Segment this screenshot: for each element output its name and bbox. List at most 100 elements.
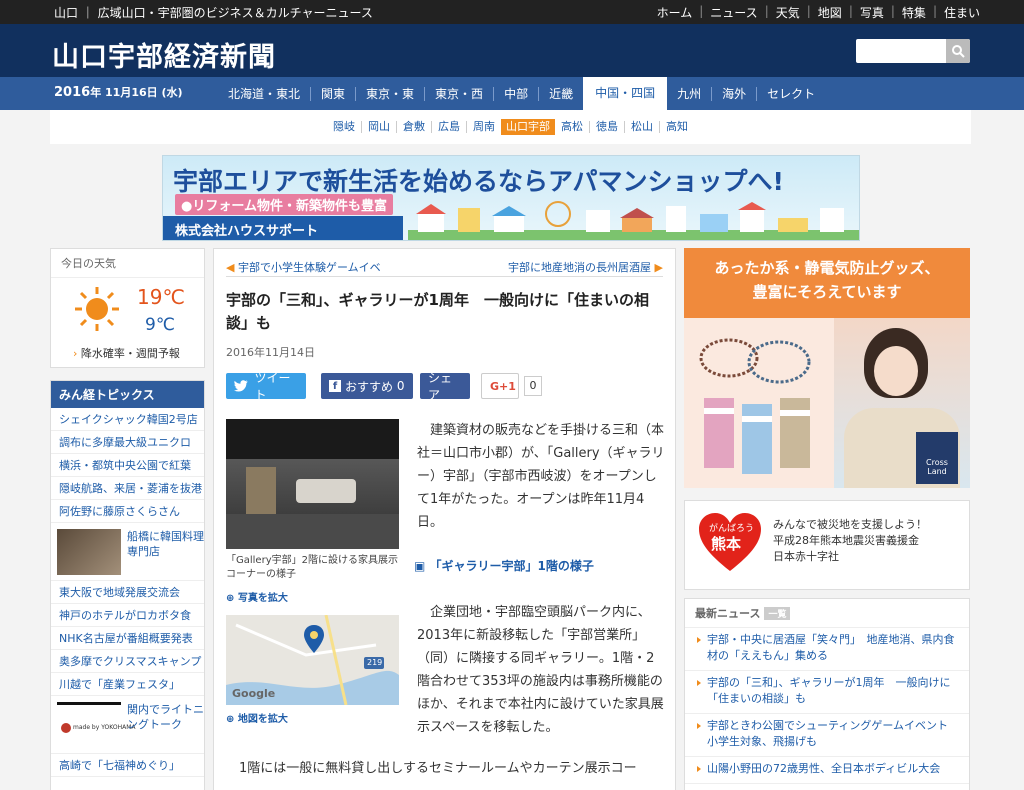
topic-item[interactable]: 東大阪で地域発展交流会 — [51, 581, 204, 604]
city-tab[interactable]: 広島 — [431, 121, 466, 133]
topics-heading: みん経トピックス — [51, 381, 204, 408]
banner-ad[interactable]: 宇部エリアで新生活を始めるならアパマンショップへ! ●リフォーム物件・新築物件も… — [162, 155, 860, 241]
banner-subline: ●リフォーム物件・新築物件も豊富 — [175, 194, 393, 215]
facebook-share-button[interactable]: シェア — [420, 371, 470, 402]
search-icon[interactable] — [946, 39, 970, 63]
share-buttons: ツイート f おすすめ 0 シェア G+1 0 — [226, 371, 666, 403]
region-tab-hokkaido[interactable]: 北海道・東北 — [218, 87, 310, 101]
city-tab[interactable]: 高知 — [659, 121, 694, 133]
nav-photo[interactable]: 写真 — [860, 4, 884, 21]
region-tab-kyushu[interactable]: 九州 — [667, 87, 711, 101]
crossland-logo: Cross Land — [916, 432, 958, 484]
topic-item[interactable]: 隠岐航路、来居・菱浦を抜港 — [51, 477, 204, 500]
topic-item[interactable]: NHK名古屋が番組概要発表 — [51, 627, 204, 650]
camera-icon: ▣ — [414, 559, 426, 573]
top-bar: 山口 ｜ 広域山口・宇部圏のビジネス＆カルチャーニュース ホーム | ニュース | … — [0, 0, 1024, 24]
photo-zoom-link[interactable]: ⊕ 写真を拡大 — [226, 589, 288, 604]
site-logo[interactable]: 山口宇部経済新聞 — [52, 35, 276, 74]
topic-item[interactable]: シェイクシャック韓国2号店 — [51, 408, 204, 431]
article-paragraph: 企業団地・宇部臨空頭脳パーク内に、2013年に新設移転した「宇部営業所」（同）に… — [417, 605, 664, 735]
banner-headline: 宇部エリアで新生活を始めるならアパマンショップへ! — [173, 167, 784, 196]
gplus-count: 0 — [524, 376, 542, 396]
nav-home[interactable]: ホーム — [657, 4, 693, 21]
city-tab-active[interactable]: 山口宇部 — [501, 119, 555, 135]
region-tab-select[interactable]: セレクト — [756, 86, 825, 101]
road-number: 219 — [367, 658, 383, 667]
city-tab[interactable]: 高松 — [555, 121, 589, 133]
site-header: 山口宇部経済新聞 — [0, 24, 1024, 77]
tweet-label: ツイート — [254, 371, 291, 402]
photo-heading-label: 「ギャラリー宇部」1階の様子 — [429, 559, 594, 573]
kumamoto-line2: 平成28年熊本地震災害義援金 — [773, 534, 919, 547]
kumamoto-support[interactable]: がんばろう 熊本 みんなで被災地を支援しよう！ 平成28年熊本地震災害義援金 日… — [684, 500, 970, 590]
facebook-icon: f — [329, 380, 341, 392]
nav-map[interactable]: 地図 — [818, 4, 842, 21]
news-item[interactable]: 宇部の「三和」、ギャラリーが1周年 一般向けに「住まいの相談」も — [685, 671, 969, 714]
region-tab-chugoku-shikoku[interactable]: 中国・四国 — [583, 77, 668, 110]
location-map[interactable]: 219 Google — [226, 615, 399, 705]
city-tabs: 隠岐 岡山 倉敷 広島 周南 山口宇部 高松 徳島 松山 高知 — [50, 110, 971, 144]
nav-feature[interactable]: 特集 — [902, 4, 926, 21]
houses-illustration — [408, 201, 859, 240]
news-item[interactable]: 宇部ときわ公園でシューティングゲームイベント 小学生対象、飛揚げも — [685, 714, 969, 757]
google-logo: Google — [232, 687, 276, 700]
search-box[interactable] — [856, 39, 970, 63]
tweet-button[interactable]: ツイート — [226, 371, 306, 402]
topic-item[interactable]: 横浜・都筑中央公園で紅葉 — [51, 454, 204, 477]
kumamoto-text: みんなで被災地を支援しよう！ 平成28年熊本地震災害義援金 日本赤十字社 — [773, 517, 927, 565]
date-rest: 年 11月16日 (水) — [90, 86, 183, 99]
region-tab-kanto[interactable]: 関東 — [310, 86, 355, 101]
topic-pic-item[interactable]: made by YOKOHAMA 関内でライトニングトーク — [51, 696, 204, 754]
news-list-badge[interactable]: 一覧 — [764, 607, 791, 620]
article-date: 2016年11月14日 — [226, 346, 315, 359]
topic-item[interactable]: 阿佐野に藤原さくらさん — [51, 500, 204, 523]
news-heading-label: 最新ニュース — [695, 607, 761, 620]
socks-illustration — [704, 398, 810, 474]
twitter-icon — [234, 380, 248, 392]
city-tab[interactable]: 倉敷 — [396, 121, 431, 133]
bracelets-illustration — [699, 338, 811, 384]
sidebar-ad[interactable]: あったか系・静電気防止グッズ、 豊富にそろえています Cross Land — [684, 248, 970, 488]
photo-heading[interactable]: ▣ 「ギャラリー宇部」1階の様子 — [414, 557, 594, 574]
news-item[interactable]: 宇部・中央に居酒屋「笑々門」 地産地消、県内食材の「ええもん」集める — [685, 628, 969, 671]
region-tab-kinki[interactable]: 近畿 — [538, 86, 583, 101]
map-zoom-label: 地図を拡大 — [237, 714, 288, 725]
city-tab[interactable]: 徳島 — [589, 121, 624, 133]
topic-pic-item[interactable]: 船橋に韓国料理専門店 — [51, 523, 204, 581]
region-tab-overseas[interactable]: 海外 — [711, 86, 756, 101]
topic-item[interactable]: 奥多摩でクリスマスキャンプ — [51, 650, 204, 673]
article-photo[interactable] — [226, 419, 399, 549]
forecast-link[interactable]: › 降水確率・週間予報 — [73, 345, 180, 361]
nav-news[interactable]: ニュース — [710, 4, 757, 21]
kumamoto-line3: 日本赤十字社 — [773, 550, 839, 563]
topic-item[interactable]: 調布に多摩最大級ユニクロ — [51, 431, 204, 454]
city-tab[interactable]: 岡山 — [361, 121, 396, 133]
forecast-link-label: 降水確率・週間予報 — [80, 347, 180, 360]
latest-news: 最新ニュース 一覧 宇部・中央に居酒屋「笑々門」 地産地消、県内食材の「ええもん」… — [684, 598, 970, 790]
next-article-link[interactable]: 宇部に地産地消の長州居酒屋 ▶ — [508, 259, 663, 275]
kumamoto-line1: みんなで被災地を支援しよう！ — [773, 518, 927, 531]
next-article-label: 宇部に地産地消の長州居酒屋 — [508, 261, 652, 274]
fb-count: 0 — [396, 379, 405, 393]
topic-item[interactable]: 神戸のホテルがロカボタ食 — [51, 604, 204, 627]
nav-housing[interactable]: 住まい — [944, 4, 980, 21]
region-tabs: 北海道・東北 関東 東京・東 東京・西 中部 近畿 中国・四国 九州 海外 セレ… — [218, 77, 825, 110]
city-tab[interactable]: 周南 — [466, 121, 501, 133]
city-tab[interactable]: 隠岐 — [327, 121, 361, 133]
region-tab-chubu[interactable]: 中部 — [493, 86, 538, 101]
topic-item[interactable]: 川越で「産業フェスタ」 — [51, 673, 204, 696]
facebook-like-button[interactable]: f おすすめ 0 — [321, 373, 413, 399]
photo-caption: 「Gallery宇部」2階に設ける家具展示コーナーの様子 — [226, 555, 398, 580]
top-nav: ホーム | ニュース | 天気 | 地図 | 写真 | 特集 | 住まい — [656, 4, 980, 21]
topics-list: みん経トピックス シェイクシャック韓国2号店 調布に多摩最大級ユニクロ 横浜・都… — [50, 380, 205, 790]
topic-item[interactable]: 高崎で「七福神めぐり」 — [51, 754, 204, 777]
map-zoom-link[interactable]: ⊕ 地図を拡大 — [226, 710, 288, 725]
nav-weather[interactable]: 天気 — [776, 4, 800, 21]
region-tab-tokyo-east[interactable]: 東京・東 — [355, 86, 424, 101]
prev-article-link[interactable]: ◀ 宇部で小学生体験ゲームイベ — [226, 259, 381, 275]
banner-company: 株式会社ハウスサポート — [163, 216, 403, 240]
news-item[interactable]: 山陽小野田の72歳男性、全日本ボディビル大会 — [685, 757, 969, 784]
region-tab-tokyo-west[interactable]: 東京・西 — [424, 86, 493, 101]
city-tab[interactable]: 松山 — [624, 121, 659, 133]
gplus-button[interactable]: G+1 — [481, 373, 519, 399]
